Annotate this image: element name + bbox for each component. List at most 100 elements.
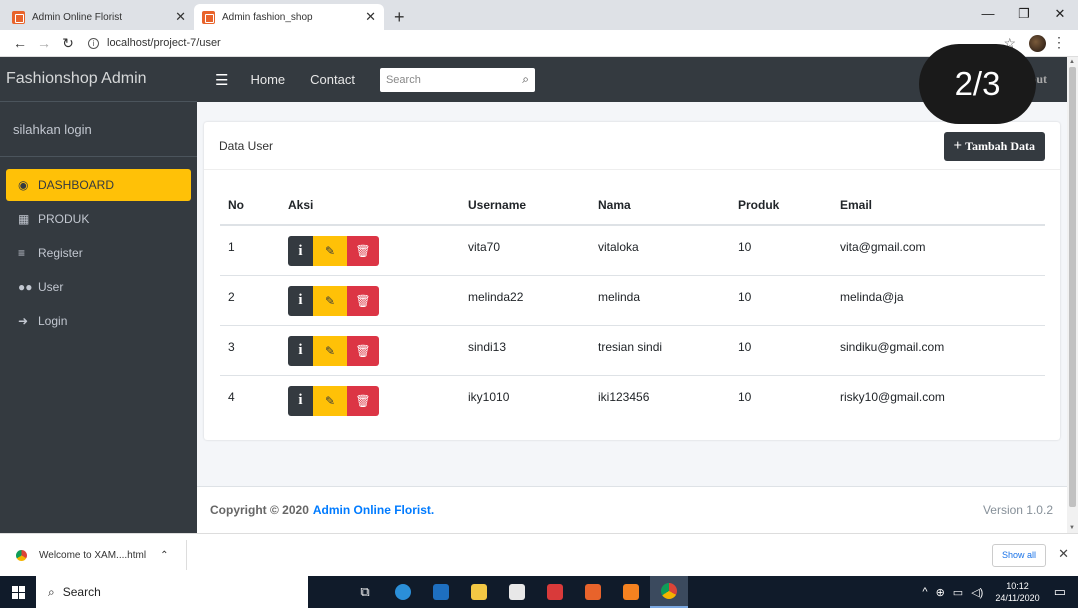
browser-tab-florist[interactable]: Admin Online Florist ✕ <box>4 4 194 30</box>
cell-no: 1 <box>220 225 280 276</box>
download-file-name[interactable]: Welcome to XAM....html <box>39 550 146 561</box>
scroll-down-icon[interactable]: ▼ <box>1069 525 1075 531</box>
edge-icon[interactable] <box>384 576 422 608</box>
sidebar-item-register[interactable]: ≡ Register <box>6 237 191 269</box>
search-icon: ⌕ <box>48 584 55 599</box>
scroll-up-icon[interactable]: ▲ <box>1069 59 1075 65</box>
info-icon[interactable]: i <box>88 37 99 49</box>
back-arrow-icon[interactable]: ← <box>8 35 32 51</box>
table-header-row: No Aksi Username Nama Produk Email <box>220 185 1045 226</box>
minimize-icon[interactable]: — <box>970 0 1006 28</box>
add-data-button[interactable]: + Tambah Data <box>943 132 1045 161</box>
edit-button[interactable]: ✎ <box>313 285 347 316</box>
cell-username: sindi13 <box>460 325 590 376</box>
notification-icon[interactable]: ▭ <box>1054 584 1066 600</box>
window-controls: — ❐ ✕ <box>970 0 1078 28</box>
cell-produk: 10 <box>738 389 752 404</box>
close-tab-icon[interactable]: ✕ <box>365 9 376 25</box>
system-clock[interactable]: 10:12 24/11/2020 <box>995 580 1039 604</box>
close-window-icon[interactable]: ✕ <box>1042 0 1078 28</box>
url-text: localhost/project-7/user <box>107 37 221 49</box>
edit-button[interactable]: ✎ <box>313 236 347 266</box>
divider <box>186 540 187 570</box>
browser-tab-fashion[interactable]: Admin fashion_shop ✕ <box>194 4 384 30</box>
gift-app-icon[interactable] <box>536 576 574 608</box>
close-download-bar-icon[interactable]: ✕ <box>1058 546 1069 562</box>
column-header-aksi: Aksi <box>280 185 460 226</box>
globe-icon[interactable]: ⊕ <box>936 586 945 599</box>
battery-icon[interactable]: ▭ <box>953 586 963 599</box>
chevron-up-icon[interactable]: ⌃ <box>160 550 168 561</box>
close-tab-icon[interactable]: ✕ <box>175 9 186 25</box>
xampp-icon[interactable] <box>574 576 612 608</box>
delete-button[interactable]: 🗑 <box>347 285 379 316</box>
file-explorer-icon[interactable] <box>460 576 498 608</box>
reload-icon[interactable]: ↻ <box>56 35 80 52</box>
detail-button[interactable]: i <box>288 236 313 266</box>
taskbar-search[interactable]: ⌕ Search <box>36 576 308 608</box>
taskbar-apps: ⧉ <box>346 576 688 608</box>
volume-icon[interactable]: ◁) <box>971 586 983 599</box>
page-scrollbar[interactable]: ▲ ▼ <box>1067 57 1078 533</box>
trash-icon: 🗑 <box>355 393 371 408</box>
new-tab-icon[interactable]: + <box>394 4 405 30</box>
task-view-icon[interactable]: ⧉ <box>346 576 384 608</box>
navbar-search: ⌕ <box>379 67 535 92</box>
cell-username: melinda22 <box>460 275 590 326</box>
data-user-card: Data User + Tambah Data No Aksi Username… <box>204 122 1060 440</box>
delete-button[interactable]: 🗑 <box>347 335 379 366</box>
sublime-text-icon[interactable] <box>612 576 650 608</box>
chevron-up-icon[interactable]: ^ <box>922 586 927 598</box>
menu-kebab-icon[interactable]: ⋮ <box>1052 34 1066 51</box>
detail-button[interactable]: i <box>288 335 313 366</box>
show-all-button[interactable]: Show all <box>991 544 1046 567</box>
user-panel[interactable]: silahkan login <box>0 102 197 157</box>
building-icon: ▦ <box>18 212 30 226</box>
page-footer: Copyright © 2020 Admin Online Florist. V… <box>197 486 1067 533</box>
restore-icon[interactable]: ❐ <box>1006 0 1042 28</box>
sidebar-item-label: DASHBOARD <box>38 178 115 192</box>
delete-button[interactable]: 🗑 <box>347 385 379 416</box>
clock-date: 24/11/2020 <box>995 593 1040 603</box>
hamburger-menu-icon[interactable]: ☰ <box>215 71 228 89</box>
brand-link[interactable]: Fashionshop Admin <box>0 57 197 102</box>
users-icon: ●● <box>18 280 33 294</box>
nav-link-home[interactable]: Home <box>250 72 285 87</box>
trash-icon: 🗑 <box>355 343 371 358</box>
dashboard-icon: ◉ <box>18 178 29 192</box>
start-button[interactable] <box>0 576 36 608</box>
xampp-favicon-icon <box>12 10 25 24</box>
detail-button[interactable]: i <box>288 285 313 316</box>
nav-link-contact[interactable]: Contact <box>310 72 355 87</box>
sidebar-item-login[interactable]: ➜ Login <box>6 305 191 337</box>
cell-email: sindiku@gmail.com <box>832 325 1045 376</box>
sidebar-item-produk[interactable]: ▦ PRODUK <box>6 203 191 235</box>
store-icon[interactable] <box>498 576 536 608</box>
chrome-icon[interactable] <box>650 576 688 608</box>
delete-button[interactable]: 🗑 <box>347 236 379 266</box>
mail-icon[interactable] <box>422 576 460 608</box>
detail-button[interactable]: i <box>288 385 313 416</box>
chrome-file-icon <box>16 549 27 561</box>
search-icon[interactable]: ⌕ <box>522 72 529 87</box>
scrollbar-thumb[interactable] <box>1069 67 1076 507</box>
cell-no: 4 <box>228 389 235 404</box>
profile-avatar[interactable] <box>1029 35 1046 52</box>
sidebar-item-dashboard[interactable]: ◉ DASHBOARD <box>6 169 191 201</box>
card-title: Data User <box>204 122 1060 170</box>
windows-taskbar: ⌕ Search ⧉ ^ ⊕ ▭ ◁) 10:12 24/11/2020 ▭ <box>0 576 1078 608</box>
search-input[interactable] <box>385 73 523 86</box>
edit-button[interactable]: ✎ <box>313 335 347 366</box>
forward-arrow-icon[interactable]: → <box>32 35 56 51</box>
cell-produk: 10 <box>730 225 832 276</box>
sidebar-item-label: Login <box>38 314 68 328</box>
footer-org-link[interactable]: Admin Online Florist. <box>313 503 434 517</box>
version-text: Version 1.0.2 <box>982 503 1053 517</box>
cell-nama: melinda <box>590 275 730 326</box>
windows-logo-icon <box>11 585 25 599</box>
sidebar-item-user[interactable]: ●● User <box>6 271 191 303</box>
clock-time: 10:12 <box>1006 581 1029 591</box>
sidebar-item-label: PRODUK <box>38 212 90 226</box>
url-field[interactable]: i localhost/project-7/user <box>88 37 221 49</box>
edit-button[interactable]: ✎ <box>313 385 347 416</box>
